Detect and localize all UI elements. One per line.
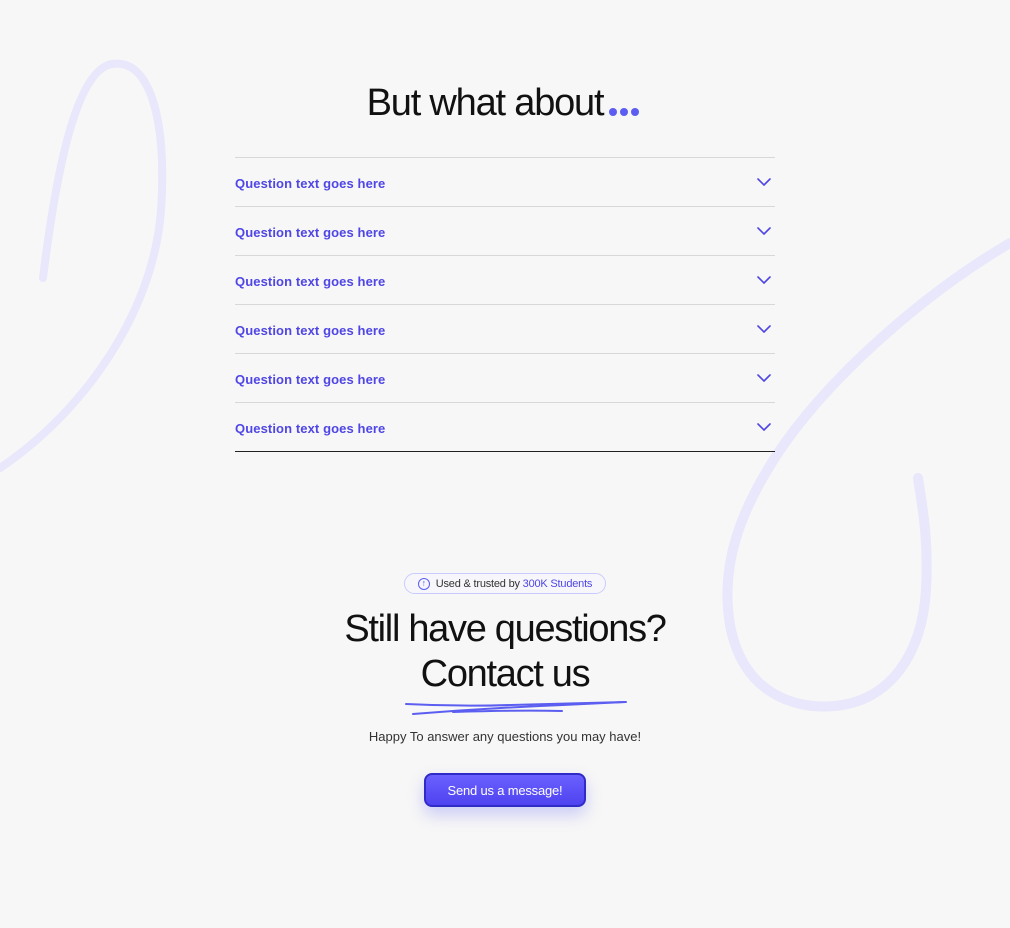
- chevron-down-icon[interactable]: [755, 369, 773, 387]
- faq-item-3[interactable]: Question text goes here: [235, 256, 775, 305]
- faq-title: But what about: [0, 80, 1010, 126]
- chevron-down-icon[interactable]: [755, 173, 773, 191]
- arrow-up-circle-icon: ↑: [417, 577, 430, 590]
- chevron-down-icon[interactable]: [755, 222, 773, 240]
- send-message-button-wrapper: Send us a message!: [424, 773, 586, 807]
- trust-badge-prefix: Used & trusted by: [435, 577, 520, 590]
- faq-question-5: Question text goes here: [235, 371, 386, 387]
- faq-list: Question text goes here Question text go…: [235, 157, 775, 452]
- chevron-down-icon[interactable]: [755, 320, 773, 338]
- chevron-down-icon[interactable]: [755, 271, 773, 289]
- send-message-button[interactable]: Send us a message!: [424, 773, 586, 807]
- contact-underline-decoration: [405, 701, 627, 715]
- faq-item-2[interactable]: Question text goes here: [235, 207, 775, 256]
- faq-item-4[interactable]: Question text goes here: [235, 305, 775, 354]
- faq-question-1: Question text goes here: [235, 175, 386, 191]
- trust-badge-highlight: 300K Students: [522, 577, 593, 590]
- faq-item-1[interactable]: Question text goes here: [235, 158, 775, 207]
- dots-icon: [609, 103, 643, 117]
- contact-headline: Still have questions? Contact us: [0, 607, 1010, 697]
- contact-subtitle: Happy To answer any questions you may ha…: [368, 729, 642, 744]
- faq-question-2: Question text goes here: [235, 224, 386, 240]
- faq-item-6[interactable]: Question text goes here: [235, 403, 775, 452]
- faq-page: But what about Question text goes here Q…: [0, 0, 1010, 928]
- trust-badge-text: Used & trusted by 300K Students: [435, 577, 593, 590]
- faq-question-4: Question text goes here: [235, 322, 386, 338]
- contact-headline-line1: Still have questions?: [344, 608, 667, 650]
- trust-badge: ↑ Used & trusted by 300K Students: [404, 573, 606, 594]
- faq-item-5[interactable]: Question text goes here: [235, 354, 775, 403]
- chevron-down-icon[interactable]: [755, 418, 773, 436]
- faq-question-6: Question text goes here: [235, 420, 386, 436]
- faq-question-3: Question text goes here: [235, 273, 386, 289]
- faq-title-text: But what about: [366, 82, 605, 124]
- contact-headline-line2: Contact us: [420, 653, 591, 695]
